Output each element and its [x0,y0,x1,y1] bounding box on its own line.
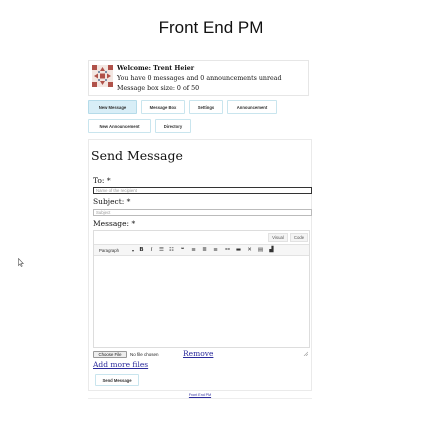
add-more-files-link[interactable]: Add more files [93,360,148,369]
tab-visual[interactable]: Visual [268,233,288,242]
read-more-icon[interactable]: ▬ [235,247,242,254]
send-message-form: Send Message To: * Name of the recipient… [88,139,312,391]
settings-button[interactable]: Settings [189,100,223,114]
blockquote-icon[interactable]: ❝ [179,247,186,254]
tab-code[interactable]: Code [290,233,308,242]
welcome-box: Welcome: Trent Heier You have 0 messages… [88,60,309,96]
form-title: Send Message [91,148,183,163]
recipient-input[interactable]: Name of the recipient [93,187,312,194]
chevron-down-icon: ▾ [131,248,134,253]
italic-icon[interactable]: I [148,247,155,254]
chart-icon[interactable]: ▟ [268,247,275,254]
mouse-cursor-icon [18,258,24,267]
welcome-greeting: Welcome: Trent Heier [117,65,195,72]
resize-handle-icon[interactable] [303,341,309,357]
directory-button[interactable]: Directory [155,119,191,133]
message-label: Message: * [93,219,136,228]
no-file-status: No file chosen [130,352,159,357]
avatar [92,65,113,87]
message-editor[interactable]: Visual Code Paragraph ▾ B I ☰ ☷ ❝ ≡ ≣ ≡ … [93,230,310,357]
new-message-button[interactable]: New Message [88,100,137,114]
format-select-value: Paragraph [99,248,120,253]
unread-status: You have 0 messages and 0 announcements … [117,75,282,82]
choose-file-button[interactable]: Choose File [93,351,127,358]
toolbar-toggle-icon[interactable]: ▤ [257,247,264,254]
to-label: To: * [93,176,111,185]
message-box-button[interactable]: Message Box [141,100,185,114]
fullscreen-icon[interactable]: ✕ [246,247,253,254]
footer-link[interactable]: Front End PM [88,393,312,397]
page-title: Front End PM [158,18,264,37]
align-center-icon[interactable]: ≣ [201,247,208,254]
numbered-list-icon[interactable]: ☷ [168,247,175,254]
message-box-size: Message box size: 0 of 50 [117,85,200,92]
pm-panel: Welcome: Trent Heier You have 0 messages… [88,60,312,399]
subject-input[interactable]: Subject [93,209,312,216]
align-left-icon[interactable]: ≡ [190,247,197,254]
new-announcement-button[interactable]: New Announcement [88,119,151,133]
bold-icon[interactable]: B [138,247,145,254]
bullet-list-icon[interactable]: ☰ [158,247,165,254]
editor-toolbar: Paragraph ▾ B I ☰ ☷ ❝ ≡ ≣ ≡ ⚯ ▬ ✕ ▤ ▟ [94,244,309,256]
footer-divider [88,398,312,399]
format-select[interactable]: Paragraph ▾ [97,247,135,254]
announcement-button[interactable]: Announcement [227,100,277,114]
send-message-button[interactable]: Send Message [95,374,139,386]
link-icon[interactable]: ⚯ [224,247,231,254]
align-right-icon[interactable]: ≡ [212,247,219,254]
remove-link[interactable]: Remove [183,349,213,358]
subject-label: Subject: * [93,197,131,206]
